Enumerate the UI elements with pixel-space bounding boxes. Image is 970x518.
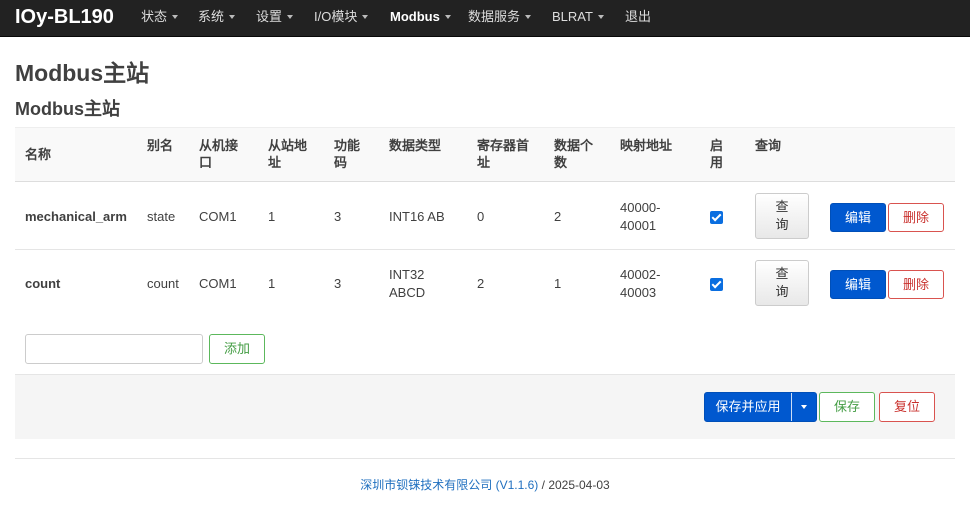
footer-divider xyxy=(15,458,955,459)
row-func: 3 xyxy=(334,209,342,224)
nav-io-module[interactable]: I/O模块 xyxy=(314,0,369,33)
header-query: 查询 xyxy=(755,138,782,153)
caret-down-icon xyxy=(229,15,236,19)
enable-checkbox[interactable] xyxy=(710,211,723,224)
row-count: 1 xyxy=(554,276,562,291)
edit-button[interactable]: 编辑 xyxy=(830,203,886,232)
company-link[interactable]: 深圳市钡铼技术有限公司 (V1.1.6) xyxy=(360,478,538,492)
caret-down-icon[interactable] xyxy=(792,393,817,421)
nav-io-module-label: I/O模块 xyxy=(314,9,358,24)
caret-down-icon xyxy=(362,15,369,19)
row-name: count xyxy=(25,276,61,291)
row-dtype-line2: ABCD xyxy=(389,285,426,300)
header-function-code-line1: 功能 xyxy=(334,138,361,153)
header-enable-line2: 用 xyxy=(710,155,724,170)
header-name: 名称 xyxy=(25,147,52,162)
query-button-line1: 查 xyxy=(775,266,789,281)
reset-button[interactable]: 复位 xyxy=(879,392,935,422)
row-mapping: 40002- 40003 xyxy=(620,266,660,302)
row-func: 3 xyxy=(334,276,342,291)
row-register: 2 xyxy=(477,276,485,291)
nav-data-service[interactable]: 数据服务 xyxy=(468,0,532,33)
delete-button[interactable]: 删除 xyxy=(888,270,944,299)
row-alias: count xyxy=(147,276,179,291)
row-slave: 1 xyxy=(268,276,276,291)
query-button-line2: 询 xyxy=(775,217,789,232)
section-title: Modbus主站 xyxy=(15,99,120,119)
row-mapping: 40000- 40001 xyxy=(620,199,660,235)
brand-logo[interactable]: IOy-BL190 xyxy=(15,4,114,30)
save-apply-label: 保存并应用 xyxy=(715,399,781,414)
row-mapping-line1: 40000- xyxy=(620,200,661,215)
row-divider xyxy=(15,249,955,250)
nav-blrat-label: BLRAT xyxy=(552,9,593,24)
caret-down-icon xyxy=(597,15,604,19)
nav-system[interactable]: 系统 xyxy=(198,0,236,33)
header-data-count-line2: 数 xyxy=(554,155,568,170)
header-register-start-line1: 寄存器首 xyxy=(477,138,530,153)
row-alias: state xyxy=(147,209,176,224)
caret-down-icon xyxy=(525,15,532,19)
header-slave-address-line1: 从站地 xyxy=(268,138,308,153)
nav-data-service-label: 数据服务 xyxy=(468,9,521,24)
row-mapping-line2: 40003 xyxy=(620,285,657,300)
top-navbar: IOy-BL190 状态 系统 设置 I/O模块 Modbus 数据服务 BLR… xyxy=(0,0,970,37)
row-port: COM1 xyxy=(199,276,237,291)
nav-status-label: 状态 xyxy=(141,9,168,24)
nav-logout-label: 退出 xyxy=(625,9,652,24)
header-slave-address-line2: 址 xyxy=(268,155,282,170)
row-port: COM1 xyxy=(199,209,237,224)
header-slave-address: 从站地址 xyxy=(268,137,307,171)
query-button[interactable]: 查询 xyxy=(755,260,809,306)
nav-modbus[interactable]: Modbus xyxy=(390,0,451,33)
nav-blrat[interactable]: BLRAT xyxy=(552,0,604,33)
row-count: 2 xyxy=(554,209,562,224)
row-register: 0 xyxy=(477,209,485,224)
row-dtype: INT32 ABCD xyxy=(389,266,425,302)
page-title: Modbus主站 xyxy=(15,60,150,86)
query-button[interactable]: 查询 xyxy=(755,193,809,239)
caret-down-icon xyxy=(444,15,451,19)
row-name: mechanical_arm xyxy=(25,209,127,224)
header-enable-line1: 启 xyxy=(710,138,724,153)
nav-settings[interactable]: 设置 xyxy=(256,0,294,33)
caret-down-icon xyxy=(287,15,294,19)
row-mapping-line1: 40002- xyxy=(620,267,661,282)
edit-button[interactable]: 编辑 xyxy=(830,270,886,299)
header-alias: 别名 xyxy=(147,138,174,153)
nav-logout[interactable]: 退出 xyxy=(625,0,651,33)
nav-modbus-label: Modbus xyxy=(390,9,440,24)
header-data-count-line1: 数据个 xyxy=(554,138,594,153)
header-slave-port-line2: 口 xyxy=(199,155,213,170)
header-function-code-line2: 码 xyxy=(334,155,348,170)
row-dtype-line1: INT16 AB xyxy=(389,209,445,224)
save-apply-button[interactable]: 保存并应用 xyxy=(704,392,817,422)
header-function-code: 功能码 xyxy=(334,137,360,171)
nav-status[interactable]: 状态 xyxy=(141,0,179,33)
header-slave-port-line1: 从机接 xyxy=(199,138,239,153)
row-dtype-line1: INT32 xyxy=(389,267,425,282)
query-button-line1: 查 xyxy=(775,199,789,214)
row-mapping-line2: 40001 xyxy=(620,218,657,233)
nav-settings-label: 设置 xyxy=(256,9,283,24)
header-slave-port: 从机接口 xyxy=(199,137,238,171)
caret-down-icon xyxy=(172,15,179,19)
row-dtype: INT16 AB xyxy=(389,208,445,226)
header-data-count: 数据个数 xyxy=(554,137,593,171)
new-entry-name-input[interactable] xyxy=(25,334,203,364)
header-register-start: 寄存器首址 xyxy=(477,137,529,171)
query-button-line2: 询 xyxy=(775,284,789,299)
nav-system-label: 系统 xyxy=(198,9,225,24)
header-mapping-address: 映射地址 xyxy=(620,138,673,153)
footer: 深圳市钡铼技术有限公司 (V1.1.6) / 2025-04-03 xyxy=(0,476,970,494)
save-button[interactable]: 保存 xyxy=(819,392,875,422)
add-button[interactable]: 添加 xyxy=(209,334,265,364)
enable-checkbox[interactable] xyxy=(710,278,723,291)
header-data-type: 数据类型 xyxy=(389,138,442,153)
header-enable: 启用 xyxy=(710,137,723,171)
row-slave: 1 xyxy=(268,209,276,224)
delete-button[interactable]: 删除 xyxy=(888,203,944,232)
header-register-start-line2: 址 xyxy=(477,155,491,170)
footer-date: / 2025-04-03 xyxy=(538,478,610,492)
